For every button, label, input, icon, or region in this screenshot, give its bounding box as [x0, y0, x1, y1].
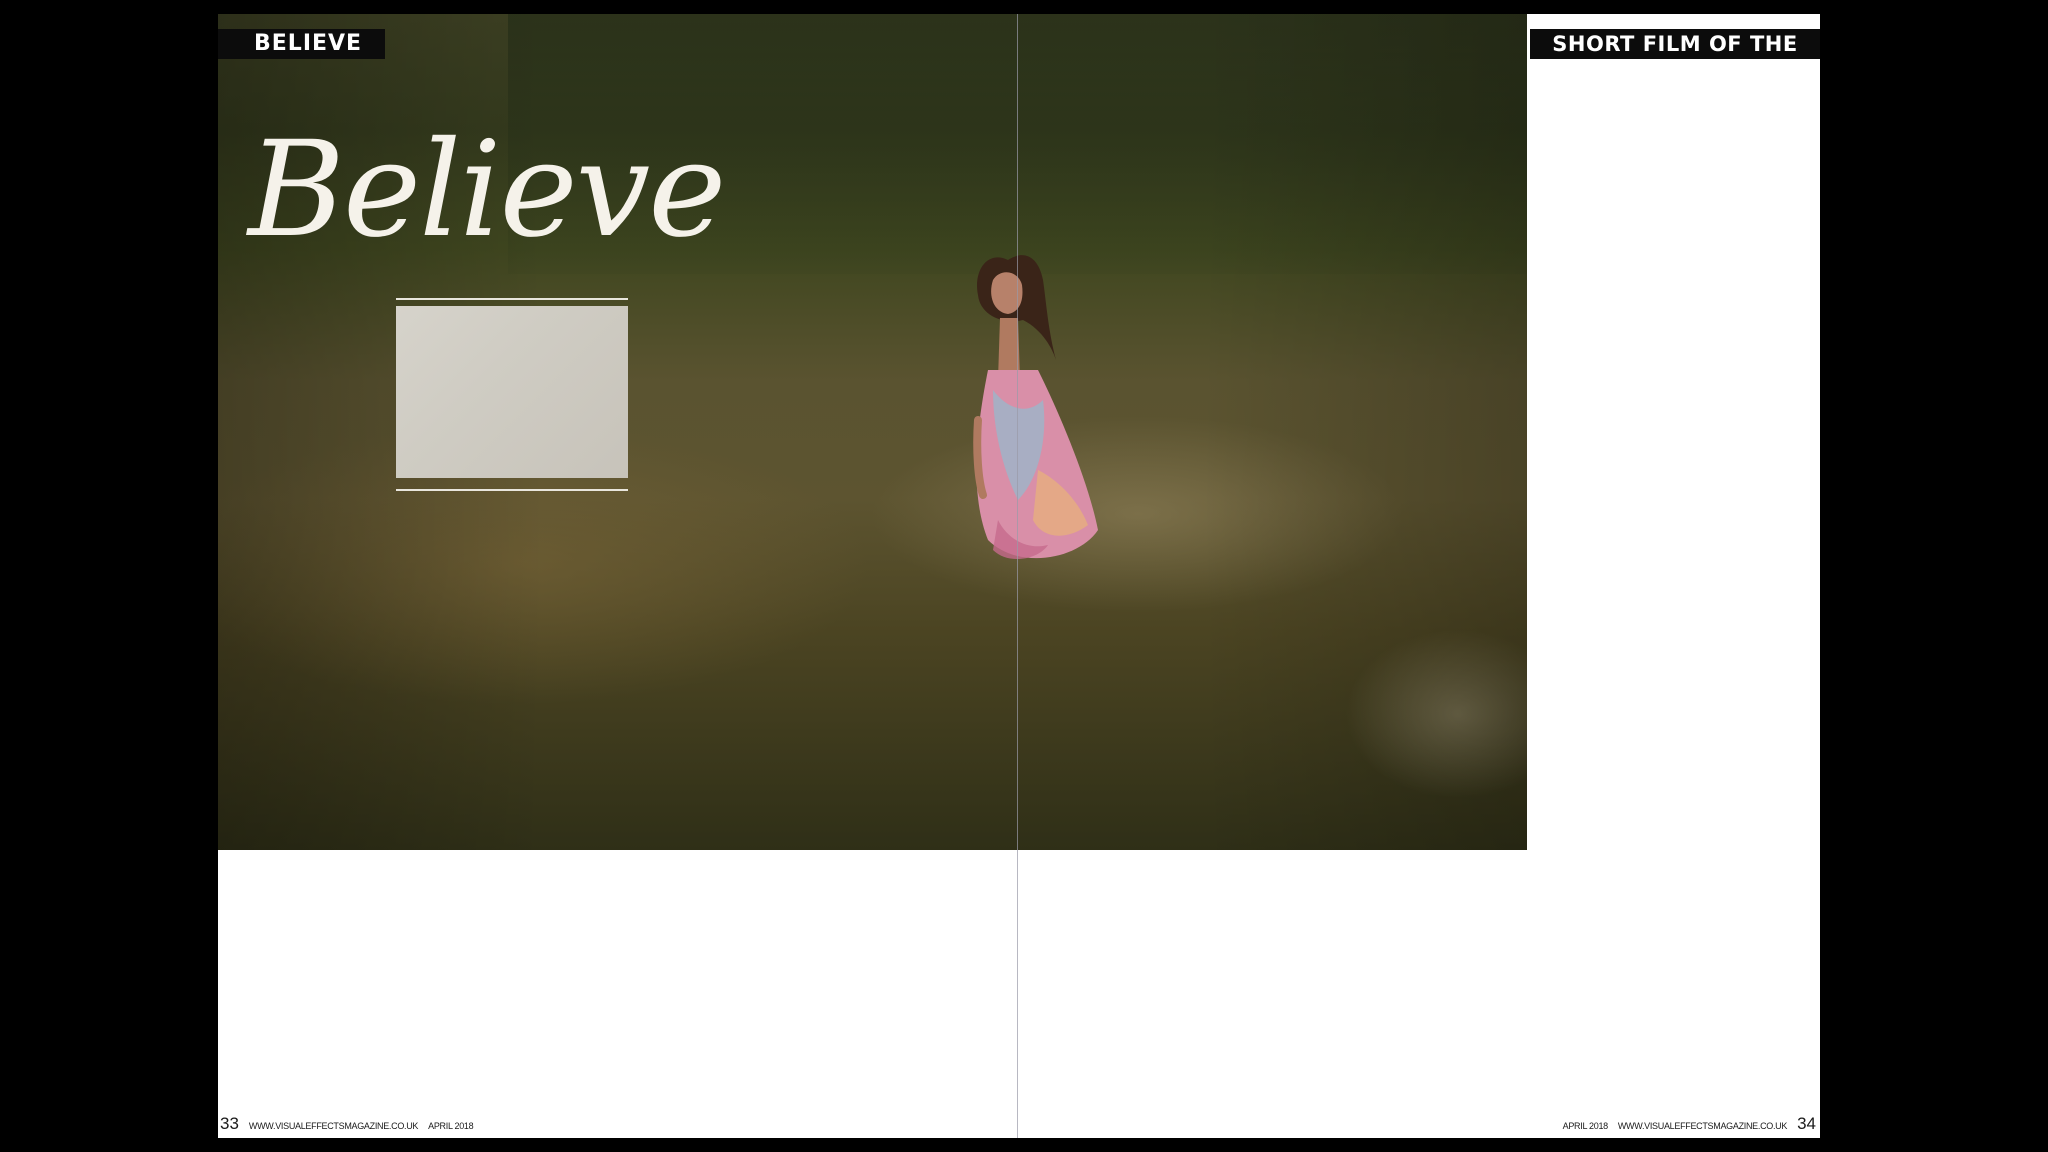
footer-left: 33 WWW.VISUALEFFECTSMAGAZINE.CO.UK APRIL… — [220, 1114, 474, 1134]
intro-text-box — [396, 306, 628, 478]
magazine-spread: Believe BELIEVE SHORT FILM OF THE MONTH … — [218, 14, 1820, 1138]
page-number-left: 33 — [220, 1114, 239, 1133]
girl-in-dress-figure — [973, 255, 1098, 560]
footer-url-right: WWW.VISUALEFFECTSMAGAZINE.CO.UK — [1617, 1121, 1788, 1131]
text-box-bottom-rule — [396, 489, 628, 491]
footer-right: APRIL 2018 WWW.VISUALEFFECTSMAGAZINE.CO.… — [1563, 1114, 1816, 1134]
text-box-top-rule — [396, 298, 628, 300]
page-gutter — [1017, 14, 1018, 1138]
section-label-left: BELIEVE — [218, 29, 385, 59]
script-title: Believe — [248, 113, 726, 267]
footer-url-left: WWW.VISUALEFFECTSMAGAZINE.CO.UK — [248, 1121, 419, 1131]
footer-date-left: APRIL 2018 — [428, 1121, 474, 1131]
footer-date-right: APRIL 2018 — [1562, 1121, 1609, 1131]
page-number-right: 34 — [1797, 1114, 1816, 1133]
hero-photo: Believe — [218, 14, 1527, 850]
section-label-right: SHORT FILM OF THE MONTH — [1530, 29, 1820, 86]
